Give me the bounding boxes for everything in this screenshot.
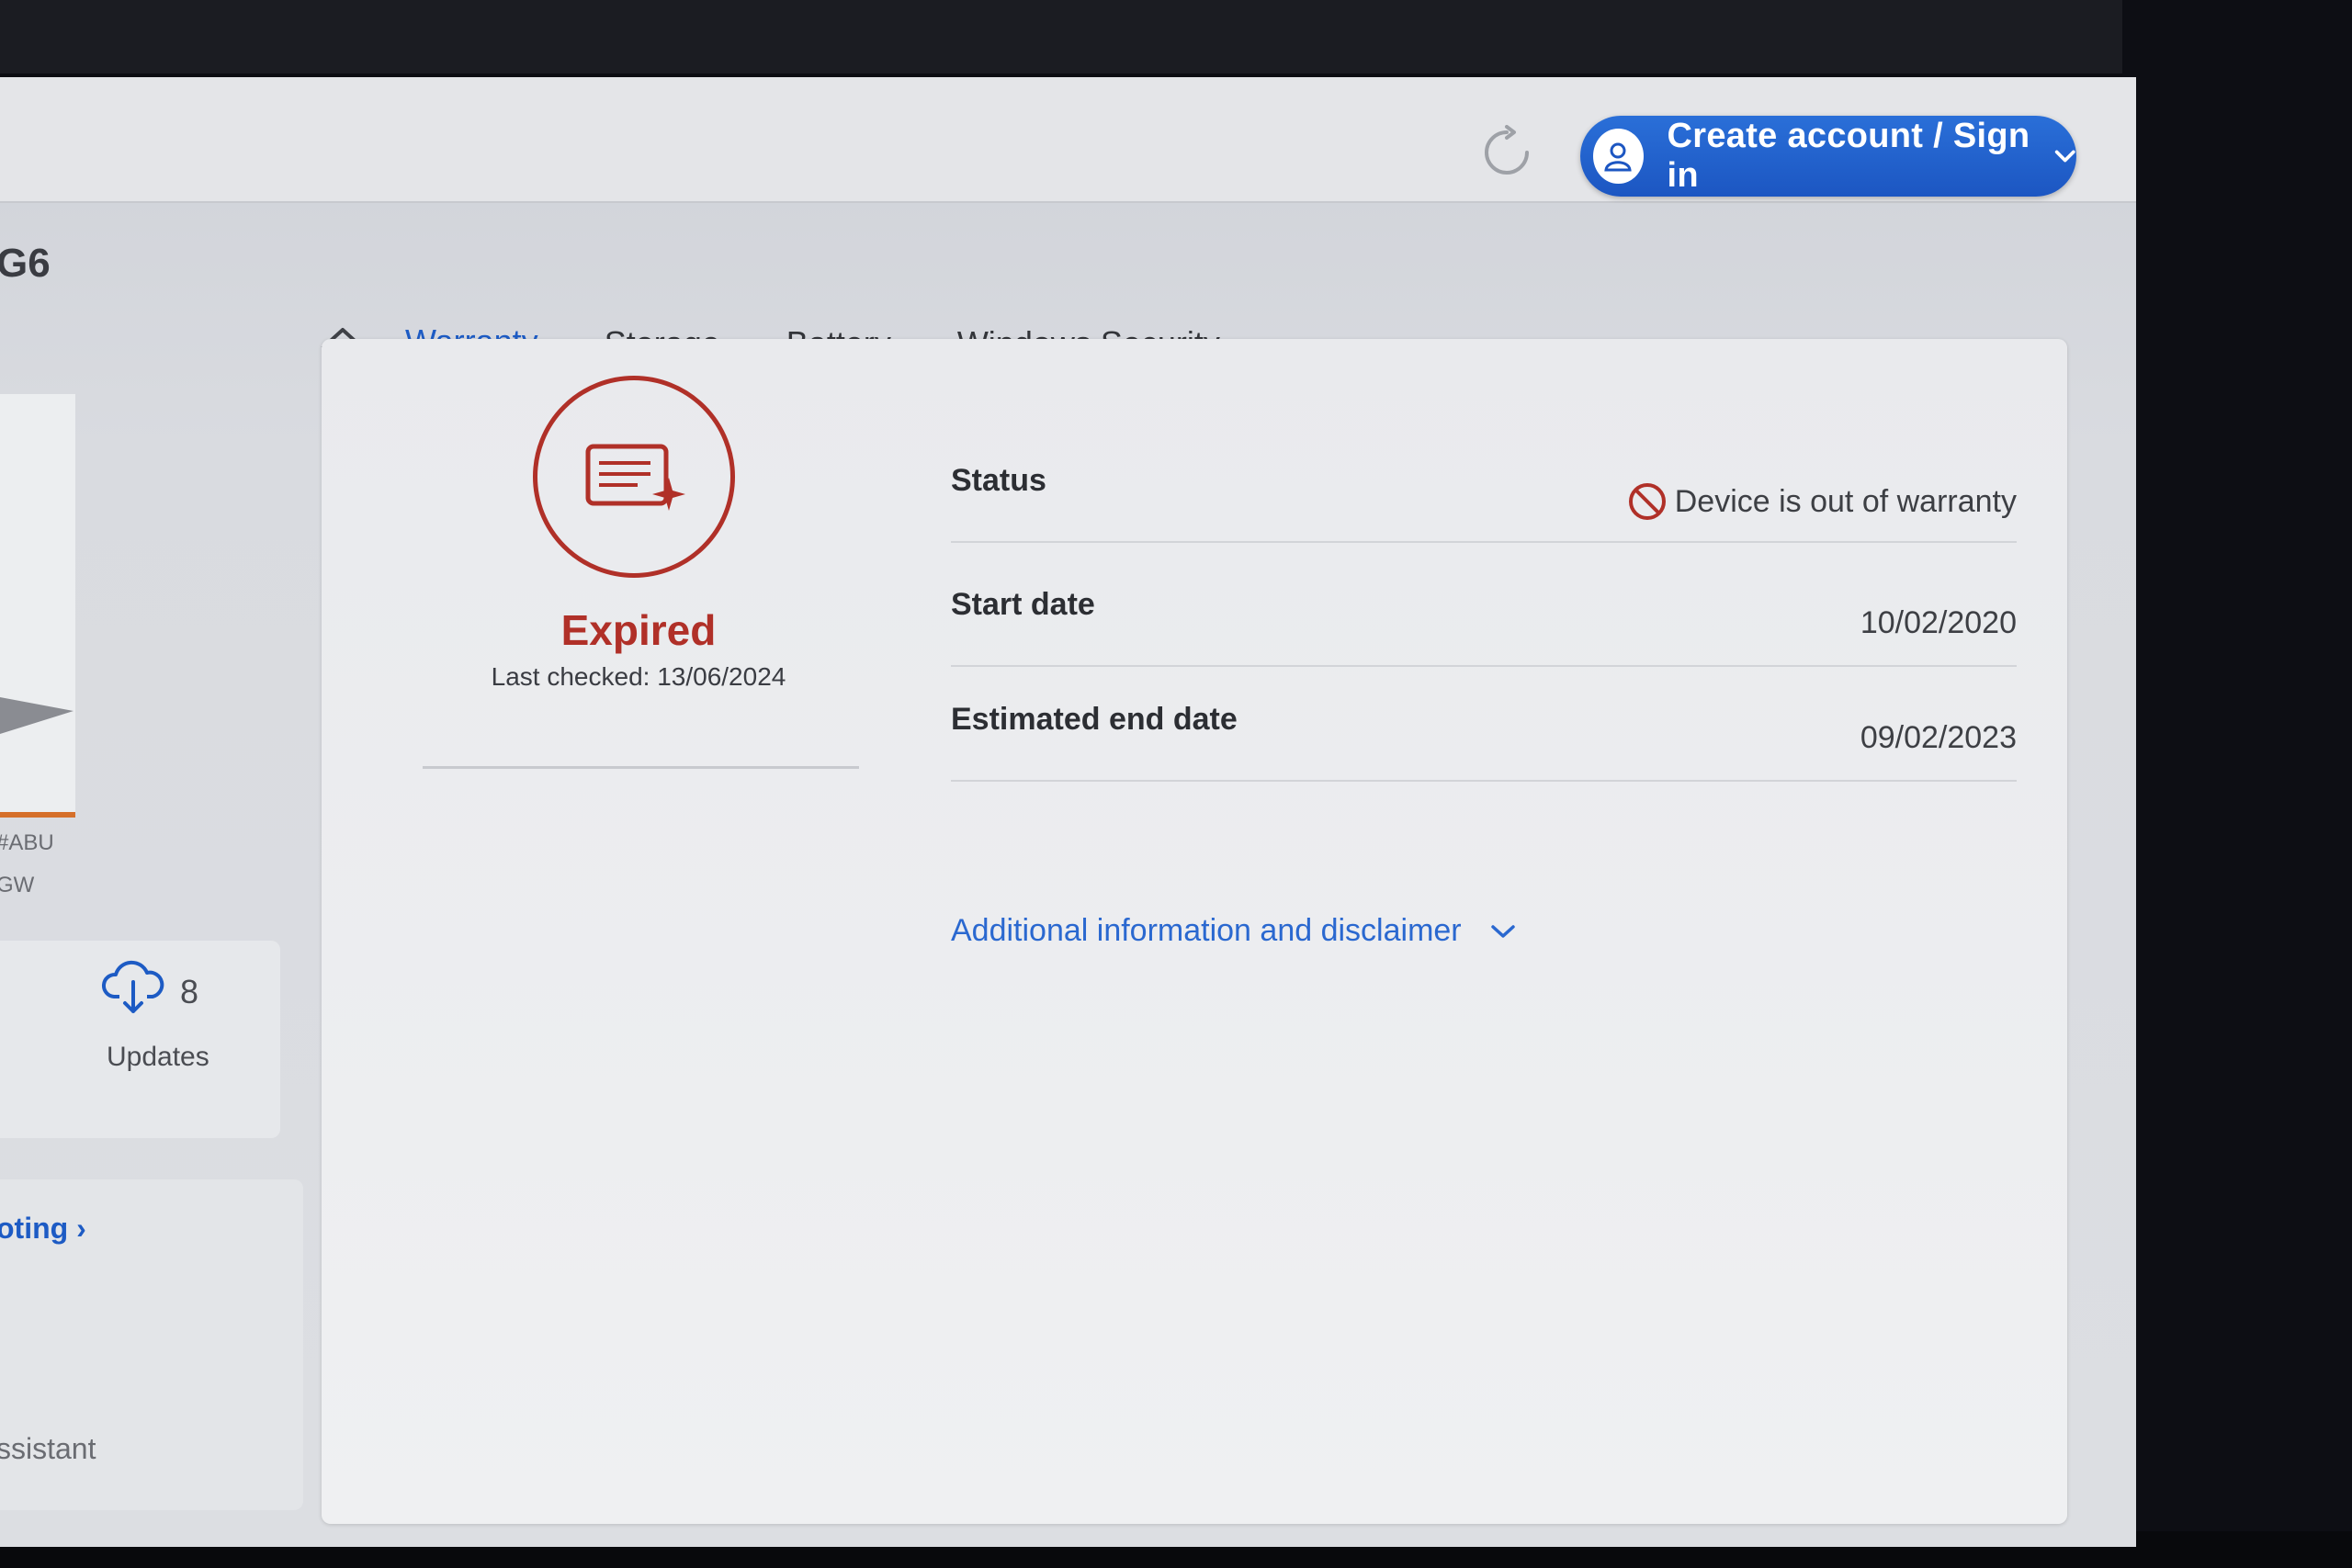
additional-info-disclaimer-toggle[interactable]: Additional information and disclaimer	[951, 913, 1517, 949]
warranty-panel: Expired Last checked: 13/06/2024 Status …	[322, 339, 2067, 1524]
status-value-text: Device is out of warranty	[1674, 483, 2017, 519]
device-serial-line: GW	[0, 873, 35, 897]
start-date-value: 10/02/2020	[1860, 605, 2017, 640]
user-icon	[1593, 129, 1644, 184]
updates-count: 8	[180, 973, 199, 1010]
monitor-bezel-right	[2122, 0, 2352, 1568]
updates-label: Updates	[107, 1042, 209, 1072]
status-value: Device is out of warranty	[1627, 481, 2017, 522]
end-date-value: 09/02/2023	[1860, 720, 2017, 755]
titlebar: Create account / Sign in	[0, 77, 2136, 203]
device-model-title: G6	[0, 241, 51, 286]
troubleshooting-link[interactable]: oting ›	[0, 1212, 86, 1246]
cloud-download-icon	[102, 960, 164, 1013]
signin-label: Create account / Sign in	[1667, 117, 2030, 195]
last-checked-text: Last checked: 13/06/2024	[491, 662, 786, 691]
assistant-label[interactable]: ssistant	[0, 1432, 96, 1466]
end-date-label: Estimated end date	[951, 702, 1238, 737]
status-label: Status	[951, 463, 1046, 498]
divider	[423, 766, 859, 769]
device-sku-line: #ABU	[0, 830, 54, 855]
laptop-image	[0, 697, 74, 734]
refresh-icon[interactable]	[1479, 125, 1534, 180]
end-date-row: Estimated end date 09/02/2023	[951, 670, 2017, 782]
app-window: Create account / Sign in G6 Warranty Sto…	[0, 77, 2136, 1547]
chevron-down-icon	[1490, 924, 1515, 938]
disclaimer-label: Additional information and disclaimer	[951, 913, 1462, 948]
start-date-label: Start date	[951, 587, 1095, 622]
chevron-down-icon	[2054, 150, 2075, 163]
no-entry-icon	[1628, 483, 1666, 520]
status-row: Status Device is out of warranty	[951, 431, 2017, 543]
warranty-status-title: Expired	[560, 606, 717, 654]
warranty-badge	[533, 376, 735, 578]
warranty-certificate-icon	[585, 444, 685, 511]
create-account-signin-button[interactable]: Create account / Sign in	[1580, 116, 2076, 197]
device-image-card[interactable]	[0, 394, 75, 818]
monitor-bezel-top	[0, 0, 2352, 73]
start-date-row: Start date 10/02/2020	[951, 555, 2017, 667]
